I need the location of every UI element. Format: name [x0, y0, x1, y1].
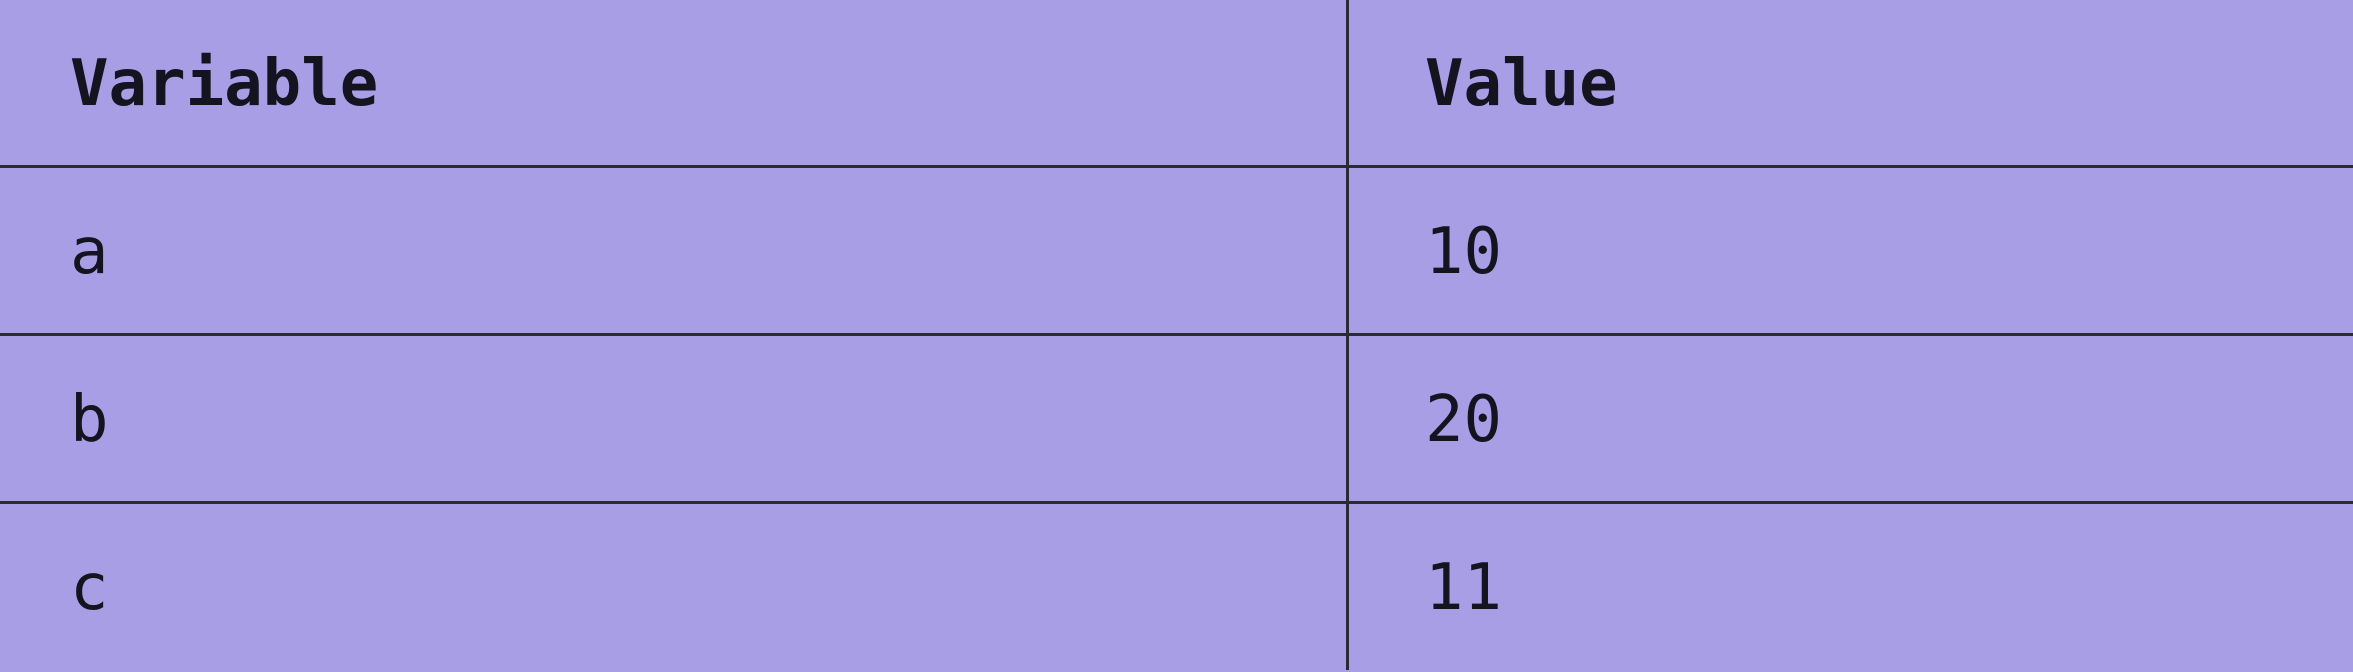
header-value: Value: [1425, 46, 1618, 121]
value-cell: 11: [1425, 551, 1503, 625]
table-row: b 20: [0, 336, 2353, 504]
header-variable: Variable: [0, 0, 1349, 165]
variable-value-table: Variable Value a 10 b 20 c 11: [0, 0, 2353, 672]
table-row: a 10: [0, 168, 2353, 336]
table-row: c 11: [0, 504, 2353, 670]
table-header-row: Variable Value: [0, 0, 2353, 168]
variable-cell: c: [0, 504, 1349, 670]
variable-cell: a: [0, 168, 1349, 333]
value-cell: 20: [1425, 382, 1503, 457]
variable-cell: b: [0, 336, 1349, 501]
value-cell: 10: [1425, 214, 1503, 289]
